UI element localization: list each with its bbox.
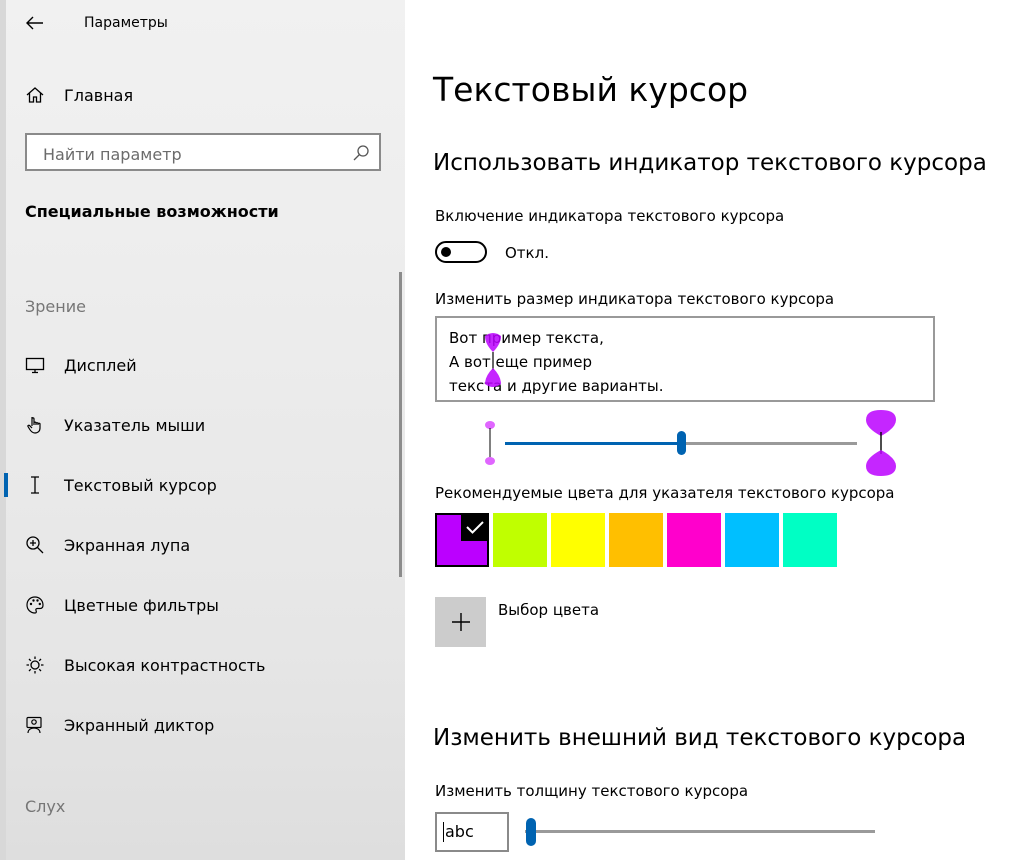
colors-label: Рекомендуемые цвета для указателя тексто…: [435, 484, 895, 502]
section-title-indicator: Использовать индикатор текстового курсор…: [433, 150, 987, 176]
search-box[interactable]: [25, 133, 381, 171]
small-cursor-indicator-icon: [485, 421, 495, 465]
sidebar-item-narrator[interactable]: Экранный диктор: [0, 705, 395, 745]
plus-icon: [451, 613, 470, 631]
sidebar-item-label: Экранная лупа: [64, 535, 191, 555]
search-icon[interactable]: [351, 143, 371, 163]
magnifier-icon: [24, 534, 46, 556]
thickness-sample-text: abc: [445, 822, 474, 841]
back-button[interactable]: [22, 10, 48, 36]
thickness-slider[interactable]: [525, 818, 875, 846]
sidebar-item-magnifier[interactable]: Экранная лупа: [0, 525, 395, 565]
sidebar-item-display[interactable]: Дисплей: [0, 345, 395, 385]
monitor-icon: [24, 354, 46, 376]
large-cursor-indicator-icon: [866, 410, 896, 476]
sample-caret: [443, 822, 444, 842]
sidebar-item-high-contrast[interactable]: Высокая контрастность: [0, 645, 395, 685]
home-icon: [24, 84, 46, 106]
sidebar-item-mouse-pointer[interactable]: Указатель мыши: [0, 405, 395, 445]
section-title-appearance: Изменить внешний вид текстового курсора: [433, 725, 967, 751]
page-title: Текстовый курсор: [433, 70, 749, 109]
group-label-hearing: Слух: [25, 797, 66, 816]
color-picker-label: Выбор цвета: [498, 601, 600, 619]
toggle-state-text: Откл.: [505, 244, 549, 262]
back-arrow-icon: [26, 16, 43, 30]
section-title: Специальные возможности: [25, 202, 279, 221]
sidebar-item-label: Дисплей: [64, 355, 137, 375]
nav-home-label: Главная: [64, 85, 134, 105]
group-label-vision: Зрение: [25, 297, 86, 316]
sidebar-item-label: Высокая контрастность: [64, 655, 266, 675]
cursor-indicator-preview-icon: [485, 333, 501, 387]
sidebar-item-text-cursor[interactable]: Текстовый курсор: [0, 465, 395, 505]
search-input[interactable]: [41, 142, 345, 166]
sidebar: Параметры Главная Специальные возможност…: [0, 0, 405, 860]
main-content: Текстовый курсор Использовать индикатор …: [405, 0, 1014, 860]
sidebar-item-label: Текстовый курсор: [64, 475, 217, 495]
color-swatch[interactable]: [493, 513, 547, 567]
sidebar-item-label: Экранный диктор: [64, 715, 215, 735]
size-slider-fill: [505, 442, 681, 445]
thickness-sample-box: abc: [435, 812, 509, 852]
color-swatch[interactable]: [609, 513, 663, 567]
sidebar-item-label: Указатель мыши: [64, 415, 206, 435]
thickness-slider-thumb[interactable]: [526, 818, 536, 846]
narrator-icon: [24, 714, 46, 736]
checkmark-icon: [466, 521, 484, 534]
color-swatch[interactable]: [783, 513, 837, 567]
mouse-pointer-icon: [24, 414, 46, 436]
color-swatch[interactable]: [725, 513, 779, 567]
thickness-label: Изменить толщину текстового курсора: [435, 782, 749, 800]
color-picker-button[interactable]: [435, 597, 486, 647]
toggle-knob: [441, 247, 451, 257]
app-title: Параметры: [84, 15, 168, 31]
nav-home[interactable]: Главная: [0, 75, 395, 115]
sidebar-scrollbar[interactable]: [399, 272, 402, 577]
thickness-slider-track: [525, 830, 875, 833]
sidebar-item-label: Цветные фильтры: [64, 595, 219, 615]
cursor-preview-box: Вот пример текста, А вот еще пример текс…: [435, 316, 935, 402]
color-swatch[interactable]: [551, 513, 605, 567]
toggle-label: Включение индикатора текстового курсора: [435, 207, 785, 225]
title-bar: Параметры: [0, 0, 405, 46]
size-slider[interactable]: [505, 431, 857, 455]
indicator-toggle[interactable]: [435, 241, 487, 263]
color-swatch[interactable]: [667, 513, 721, 567]
size-label: Изменить размер индикатора текстового ку…: [435, 290, 835, 308]
brightness-icon: [24, 654, 46, 676]
sidebar-item-color-filters[interactable]: Цветные фильтры: [0, 585, 395, 625]
palette-icon: [24, 594, 46, 616]
preview-line: Вот пример текста,: [449, 329, 604, 347]
size-slider-thumb[interactable]: [677, 431, 686, 455]
text-cursor-icon: [24, 474, 46, 496]
preview-line: А вот еще пример: [449, 353, 593, 371]
selected-swatch-marker: [461, 513, 489, 541]
